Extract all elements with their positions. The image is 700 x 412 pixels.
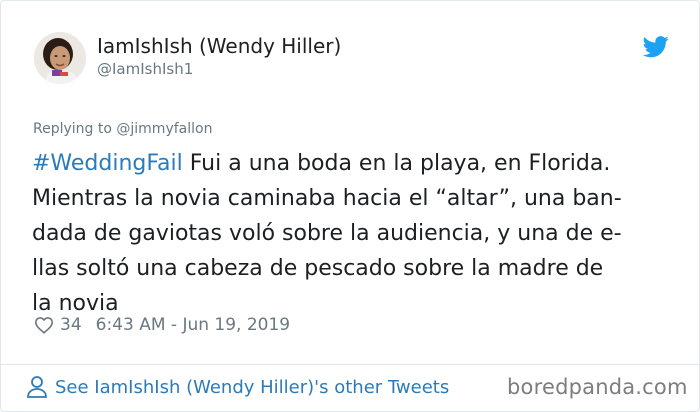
tweet-line: dada de gaviotas voló sobre la audiencia…: [32, 221, 622, 246]
tweet-meta: 34 6:43 AM - Jun 19, 2019: [34, 315, 290, 335]
tweet-line-text: Fui a una boda en la playa, en Florida.: [182, 151, 611, 176]
author-handle[interactable]: @IamIshIsh1: [97, 60, 193, 78]
watermark: boredpanda.com: [507, 375, 688, 399]
replying-to: Replying to @jimmyfallon: [33, 121, 212, 137]
avatar-photo: [34, 32, 86, 84]
author-display-name[interactable]: IamIshIsh (Wendy Hiller): [97, 34, 341, 58]
person-icon: [27, 376, 47, 398]
replying-to-mention[interactable]: @jimmyfallon: [116, 121, 212, 137]
twitter-bird-icon[interactable]: [642, 36, 670, 58]
like-count[interactable]: 34: [60, 315, 82, 335]
tweet-line: #WeddingFail Fui a una boda en la playa,…: [32, 146, 687, 181]
other-tweets-link[interactable]: See IamIshIsh (Wendy Hiller)'s other Twe…: [26, 375, 449, 399]
tweet-line: llas soltó una cabeza de pescado sobre l…: [32, 256, 604, 281]
avatar[interactable]: [34, 32, 86, 84]
tweet-text: #WeddingFail Fui a una boda en la playa,…: [32, 146, 687, 321]
replying-to-prefix: Replying to: [33, 121, 117, 137]
other-tweets-label[interactable]: See IamIshIsh (Wendy Hiller)'s other Twe…: [55, 377, 449, 398]
tweet-timestamp[interactable]: 6:43 AM - Jun 19, 2019: [96, 315, 291, 335]
tweet-card: IamIshIsh (Wendy Hiller) @IamIshIsh1 Rep…: [0, 0, 700, 412]
hashtag-link[interactable]: #WeddingFail: [32, 151, 183, 176]
heart-icon[interactable]: [34, 316, 54, 334]
tweet-line: Mientras la novia caminaba hacia el “alt…: [32, 186, 622, 211]
footer-divider: [1, 364, 699, 365]
